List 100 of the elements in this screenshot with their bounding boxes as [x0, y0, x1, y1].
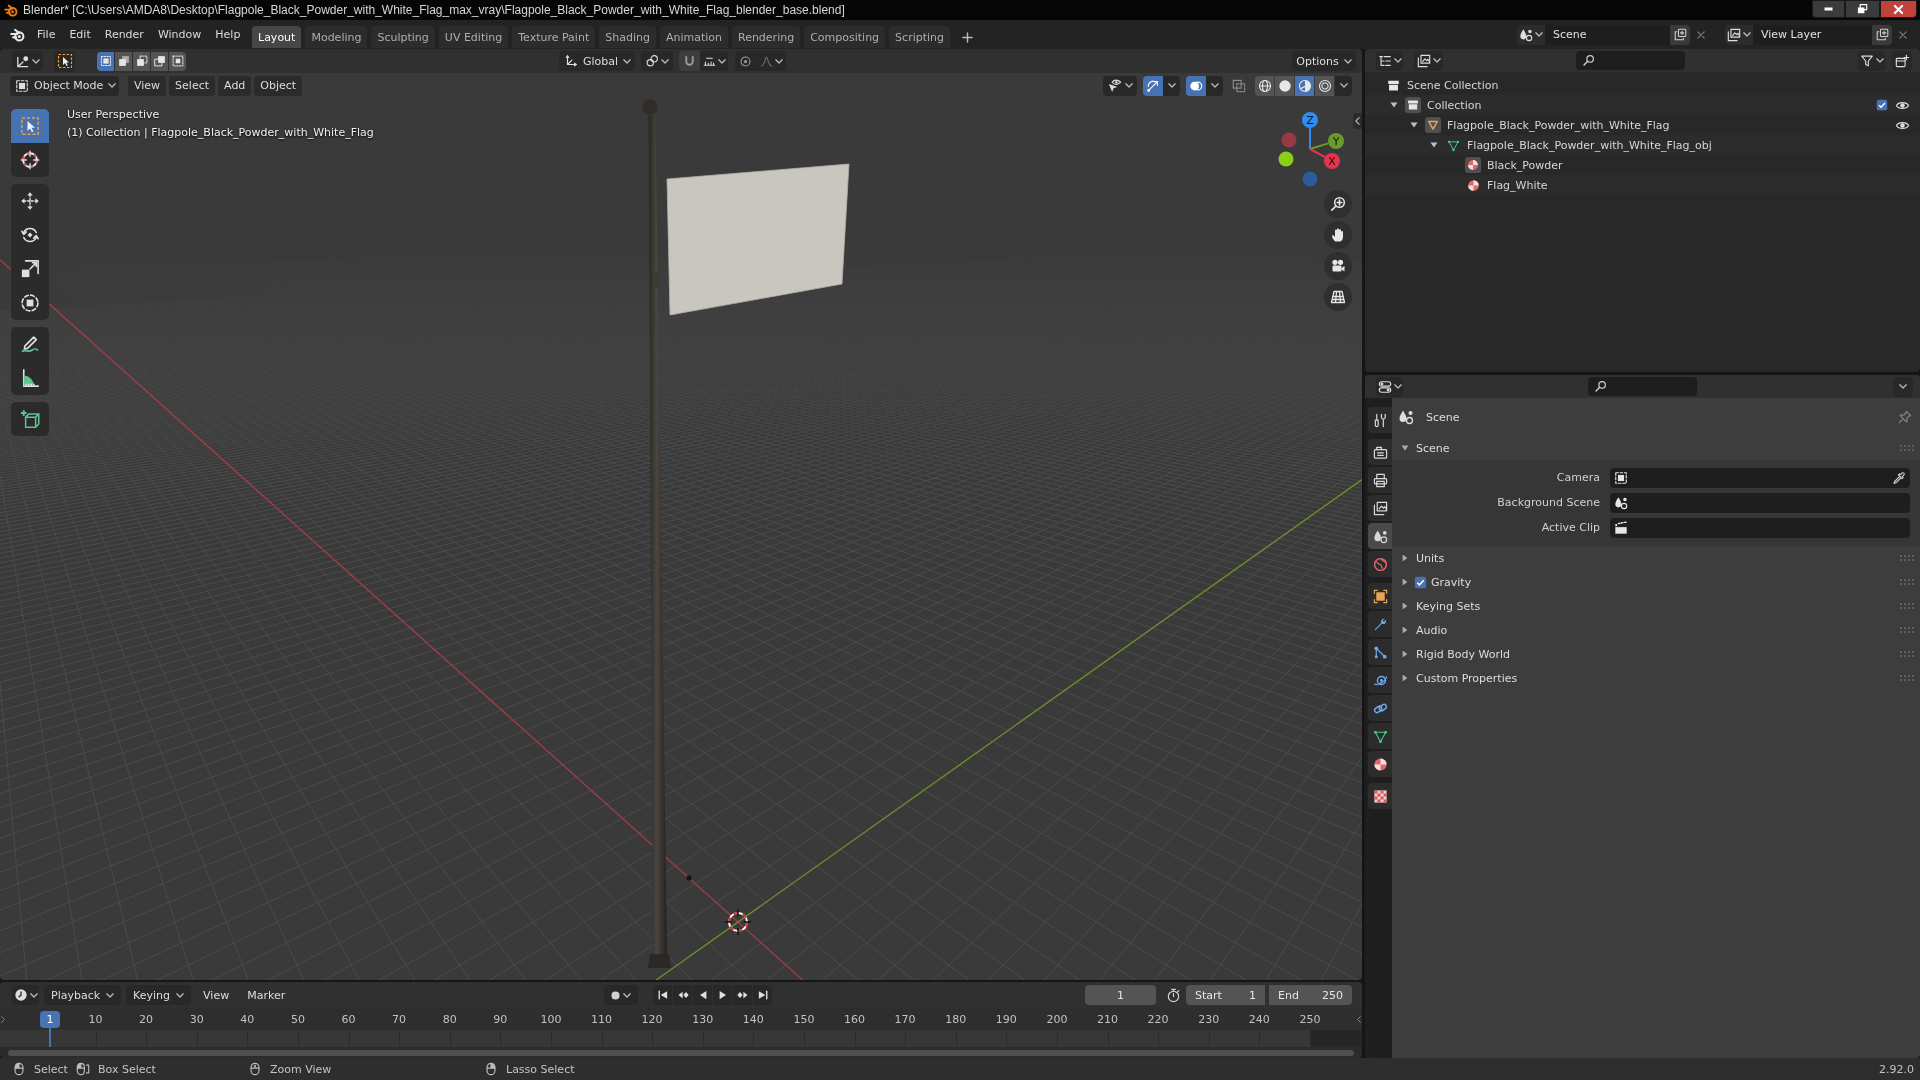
triangle-right-icon[interactable] — [1402, 650, 1408, 658]
timeline-scrollbar[interactable] — [8, 1049, 1354, 1056]
editor-type-button[interactable] — [12, 51, 43, 71]
properties-tab[interactable] — [1368, 407, 1392, 433]
chevron-right-icon[interactable] — [1, 1016, 5, 1023]
mode-dropdown[interactable]: Object Mode — [10, 75, 119, 96]
pivot-dropdown[interactable] — [641, 51, 673, 71]
filter-dropdown[interactable] — [1858, 50, 1885, 71]
triangle-right-icon[interactable] — [1402, 554, 1408, 562]
close-button[interactable] — [1880, 0, 1917, 18]
playhead[interactable]: 1 — [40, 1011, 60, 1047]
auto-keying-button[interactable] — [604, 985, 639, 1005]
properties-tab[interactable] — [1368, 751, 1392, 777]
play-button[interactable] — [713, 985, 733, 1005]
workspace-tab[interactable]: UV Editing — [438, 26, 509, 48]
outliner-item[interactable]: Collection — [1365, 95, 1920, 115]
stopwatch-icon[interactable] — [1166, 987, 1181, 1003]
scene-field[interactable]: Scene — [1545, 24, 1670, 45]
drag-handle-icon[interactable] — [1900, 627, 1914, 633]
menu-item[interactable]: Object — [254, 75, 303, 96]
properties-tab[interactable] — [1368, 439, 1392, 465]
outliner-item[interactable]: Flag_White — [1365, 175, 1920, 195]
axis-handle[interactable] — [1278, 151, 1294, 167]
camera-view-button[interactable] — [1324, 252, 1352, 280]
workspace-tab[interactable]: Shading — [599, 26, 656, 48]
outliner-item[interactable]: Flagpole_Black_Powder_with_White_Flag_obj — [1365, 135, 1920, 155]
dropdown-button[interactable] — [1163, 75, 1180, 96]
triangle-down-icon[interactable] — [1390, 102, 1398, 108]
drag-handle-icon[interactable] — [1900, 675, 1914, 681]
pin-icon[interactable] — [1898, 410, 1912, 424]
selectability-dropdown[interactable] — [1103, 75, 1137, 96]
drag-handle-icon[interactable] — [1900, 445, 1914, 451]
shading-mode-button[interactable] — [1275, 75, 1294, 96]
selection-mode-button[interactable] — [97, 51, 114, 71]
drag-handle-icon[interactable] — [1900, 651, 1914, 657]
shading-mode-button[interactable] — [1255, 75, 1274, 96]
current-frame-field[interactable]: 1 — [1085, 985, 1156, 1005]
sidebar-toggle-button[interactable] — [1353, 113, 1362, 129]
properties-tab[interactable] — [1368, 611, 1392, 637]
gizmo-toggle-button[interactable] — [1143, 75, 1163, 96]
menu-item[interactable]: Render — [97, 23, 151, 46]
falloff-dropdown[interactable] — [756, 51, 786, 71]
axis-handle[interactable]: X — [1324, 153, 1340, 169]
drag-handle-icon[interactable] — [1900, 579, 1914, 585]
duplicate-button[interactable] — [1872, 24, 1892, 45]
triangle-right-icon[interactable] — [1402, 626, 1408, 634]
tool-button[interactable] — [11, 143, 49, 177]
display-mode-dropdown[interactable] — [1414, 50, 1443, 71]
axis-handle[interactable] — [1281, 132, 1297, 148]
triangle-right-icon[interactable] — [1402, 602, 1408, 610]
end-frame-field[interactable]: End 250 — [1269, 985, 1352, 1005]
menu-item[interactable]: Marker — [241, 985, 292, 1005]
selection-mode-button[interactable] — [169, 51, 186, 71]
menu-item[interactable]: Select — [169, 75, 216, 96]
chevron-left-icon[interactable] — [1357, 1016, 1361, 1023]
workspace-tab[interactable]: Compositing — [804, 26, 886, 48]
view-layer-field[interactable]: View Layer — [1753, 24, 1872, 45]
editor-type-button[interactable] — [12, 985, 39, 1005]
browse-button[interactable] — [1725, 24, 1753, 45]
add-tab-plus-icon[interactable] — [962, 32, 974, 43]
tool-button[interactable] — [11, 286, 49, 320]
selection-mode-button[interactable] — [133, 51, 150, 71]
play-reverse-button[interactable] — [693, 985, 713, 1005]
active-tool-button[interactable] — [54, 50, 75, 72]
checkbox[interactable] — [1414, 575, 1427, 589]
proportional-edit-button[interactable] — [735, 51, 756, 71]
app-logo-icon[interactable] — [10, 27, 25, 42]
menu-item[interactable]: Edit — [62, 23, 98, 46]
checkbox[interactable] — [1876, 99, 1888, 111]
duplicate-button[interactable] — [1670, 24, 1690, 45]
properties-tab[interactable] — [1368, 695, 1392, 721]
properties-tab[interactable] — [1368, 639, 1392, 665]
camera-field[interactable] — [1610, 467, 1910, 488]
properties-tab[interactable] — [1368, 783, 1392, 809]
workspace-tab[interactable]: Texture Paint — [512, 26, 596, 48]
properties-tab[interactable] — [1368, 467, 1392, 493]
jump-to-end-button[interactable] — [753, 985, 773, 1005]
properties-tab[interactable] — [1368, 495, 1392, 521]
menu-item[interactable]: View — [128, 75, 167, 96]
background-scene-field[interactable] — [1610, 492, 1910, 513]
properties-tab[interactable] — [1368, 667, 1392, 693]
clip-field[interactable] — [1610, 517, 1910, 538]
tool-button[interactable] — [11, 402, 49, 436]
shading-mode-button[interactable] — [1315, 75, 1334, 96]
axis-handle[interactable]: Y — [1328, 133, 1344, 149]
workspace-tab[interactable]: Layout — [252, 26, 302, 48]
triangle-right-icon[interactable] — [1402, 578, 1408, 586]
options-dropdown-button[interactable] — [1893, 376, 1913, 397]
zoom-button[interactable] — [1324, 190, 1352, 218]
start-frame-field[interactable]: Start 1 — [1186, 985, 1265, 1005]
menu-dropdown[interactable]: Playback — [44, 985, 122, 1005]
menu-item[interactable]: Add — [218, 75, 252, 96]
overlay-toggle-button[interactable] — [1186, 75, 1206, 96]
axis-handle[interactable]: Z — [1302, 112, 1318, 128]
triangle-down-icon[interactable] — [1401, 445, 1409, 451]
search-field[interactable] — [1576, 51, 1685, 70]
properties-tab[interactable] — [1368, 523, 1392, 549]
tool-button[interactable] — [11, 184, 49, 218]
selection-mode-button[interactable] — [151, 51, 168, 71]
workspace-tab[interactable]: Modeling — [305, 26, 368, 48]
